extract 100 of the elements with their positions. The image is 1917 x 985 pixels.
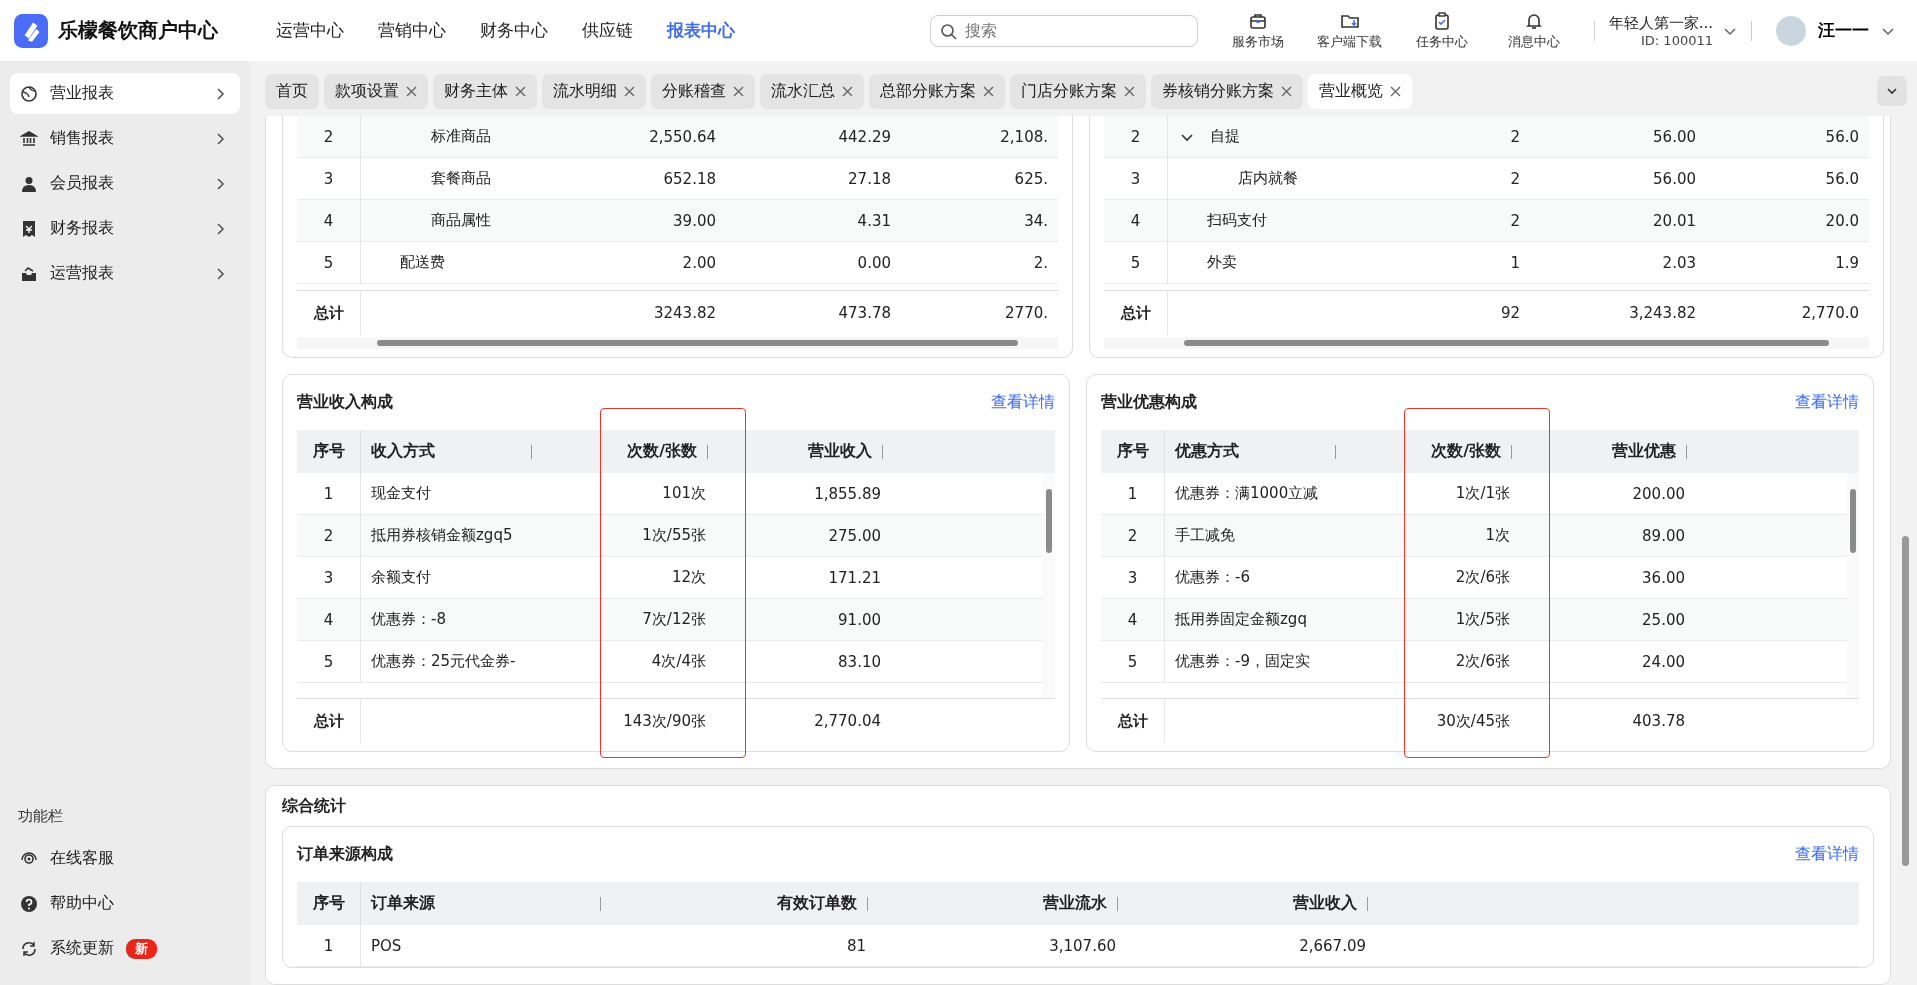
table-cell-text: 商品属性 bbox=[430, 210, 492, 231]
tab[interactable]: 营业概览 bbox=[1308, 73, 1412, 109]
column-header: 次数/张数 bbox=[1346, 430, 1520, 473]
table-cell: 4 bbox=[1101, 599, 1165, 640]
sidebar-item[interactable]: 会员报表 bbox=[10, 163, 240, 204]
table-cell-text: 56.00 bbox=[1652, 168, 1697, 190]
table-cell-text: 2次/6张 bbox=[1454, 567, 1511, 588]
section-label: 功能栏 bbox=[17, 807, 64, 827]
table-cell-text: 1次 bbox=[1484, 525, 1511, 546]
tab[interactable]: 分账稽查 bbox=[651, 73, 755, 109]
close-icon[interactable] bbox=[1390, 85, 1401, 97]
tab[interactable]: 流水明细 bbox=[542, 73, 646, 109]
toolbar-button[interactable]: 任务中心 bbox=[1395, 10, 1488, 51]
toolbar-button[interactable]: 消息中心 bbox=[1487, 10, 1580, 51]
user-menu[interactable]: 汪一一 bbox=[1766, 15, 1903, 46]
column-header: 序号 bbox=[1101, 430, 1165, 473]
table-cell-text: 优惠券：-6 bbox=[1174, 567, 1251, 588]
tabs-dropdown-button[interactable] bbox=[1877, 76, 1907, 106]
column-header: 营业收入 bbox=[716, 430, 891, 473]
column-header: 营业流水 bbox=[876, 882, 1126, 925]
table-cell-text: 91.00 bbox=[837, 609, 882, 631]
table-cell-text: 1 bbox=[1509, 252, 1521, 274]
table-cell-text: 余额支付 bbox=[370, 567, 432, 588]
table-cell: 自提 bbox=[1168, 116, 1368, 157]
account-switcher[interactable]: 年轻人第一家... ID: 100011 bbox=[1608, 13, 1737, 48]
tab[interactable]: 款项设置 bbox=[324, 73, 428, 109]
table-cell-text: 抵用券固定金额zgq bbox=[1174, 609, 1308, 630]
close-icon[interactable] bbox=[733, 85, 744, 97]
close-icon[interactable] bbox=[842, 85, 853, 97]
section-title: 综合统计 bbox=[282, 794, 347, 817]
table-cell-text: 12次 bbox=[670, 567, 707, 588]
toolbar-button[interactable]: 客户端下载 bbox=[1303, 10, 1396, 51]
toolbar-button[interactable]: 服务市场 bbox=[1211, 10, 1304, 51]
tab[interactable]: 财务主体 bbox=[433, 73, 537, 109]
details-link[interactable]: 查看详情 bbox=[1795, 392, 1859, 413]
table-cell-text: 2 bbox=[1509, 210, 1521, 232]
table-cell: 1 bbox=[1101, 473, 1165, 514]
table-cell-text: 25.00 bbox=[1641, 609, 1686, 631]
bank-icon bbox=[20, 129, 38, 148]
table-cell-text: 外卖 bbox=[1206, 252, 1238, 273]
tab[interactable]: 首页 bbox=[265, 73, 319, 109]
chevron-right-icon bbox=[214, 131, 226, 146]
horizontal-scrollbar[interactable] bbox=[297, 337, 1058, 349]
table-cell: 2 bbox=[297, 116, 361, 157]
globe-icon bbox=[20, 84, 38, 103]
table-cell-text: 现金支付 bbox=[370, 483, 432, 504]
table-cell-text: 101次 bbox=[661, 483, 707, 504]
inbox-icon bbox=[20, 264, 38, 283]
search-field[interactable]: 搜索 bbox=[929, 14, 1198, 47]
sidebar-item[interactable]: 在线客服 bbox=[10, 836, 240, 881]
tab[interactable]: 券核销分账方案 bbox=[1151, 73, 1303, 109]
tab[interactable]: 总部分账方案 bbox=[869, 73, 1005, 109]
close-icon[interactable] bbox=[624, 85, 635, 97]
nav-item[interactable]: 财务中心 bbox=[480, 19, 548, 42]
table-cell: 3 bbox=[297, 557, 361, 598]
sidebar-item[interactable]: 运营报表 bbox=[10, 253, 240, 294]
horizontal-scrollbar[interactable] bbox=[1104, 337, 1869, 349]
tab[interactable]: 流水汇总 bbox=[760, 73, 864, 109]
help-icon bbox=[20, 894, 38, 913]
tab[interactable]: 门店分账方案 bbox=[1010, 73, 1146, 109]
table-cell: 2 bbox=[1101, 515, 1165, 556]
sidebar-item[interactable]: 财务报表 bbox=[10, 208, 240, 249]
close-icon[interactable] bbox=[1124, 85, 1135, 97]
table-cell: 总计 bbox=[1104, 291, 1168, 335]
column-header: 序号 bbox=[297, 430, 361, 473]
vertical-scrollbar[interactable] bbox=[1043, 473, 1055, 698]
table-cell-text: 625. bbox=[1013, 168, 1049, 190]
column-header: 收入方式 bbox=[361, 430, 542, 473]
table-cell-text: 56.0 bbox=[1824, 168, 1860, 190]
chevron-right-icon bbox=[214, 176, 226, 191]
nav-item[interactable]: 报表中心 bbox=[667, 19, 735, 42]
close-icon[interactable] bbox=[1281, 85, 1292, 97]
vertical-scrollbar[interactable] bbox=[1847, 473, 1859, 698]
table-cell-text: 3,107.60 bbox=[1048, 935, 1117, 957]
table-cell-text: 2,770.0 bbox=[1800, 303, 1860, 324]
table-cell-text: 24.00 bbox=[1641, 651, 1686, 673]
close-icon[interactable] bbox=[983, 85, 994, 97]
table-cell: 2 bbox=[297, 515, 361, 556]
chevron-right-icon bbox=[214, 221, 226, 236]
table-cell-text: 2,770.04 bbox=[813, 711, 882, 732]
column-header: 营业收入 bbox=[1126, 882, 1376, 925]
table-cell-text: 83.10 bbox=[837, 651, 882, 673]
table-cell-text: 优惠券：-8 bbox=[370, 609, 447, 630]
close-icon[interactable] bbox=[515, 85, 526, 97]
column-header: 优惠方式 bbox=[1165, 430, 1346, 473]
close-icon[interactable] bbox=[406, 85, 417, 97]
table-cell: 总计 bbox=[297, 699, 361, 743]
table-cell-text: 2 bbox=[1509, 168, 1521, 190]
table-cell-text: 1.9 bbox=[1834, 252, 1860, 274]
sidebar-item[interactable]: 系统更新 新 bbox=[10, 926, 240, 971]
table-cell-text: 优惠券：满1000立减 bbox=[1174, 483, 1320, 504]
sidebar-item[interactable]: 销售报表 bbox=[10, 118, 240, 159]
sidebar-item[interactable]: 营业报表 bbox=[10, 73, 240, 114]
nav-item[interactable]: 营销中心 bbox=[378, 19, 446, 42]
details-link[interactable]: 查看详情 bbox=[1795, 844, 1859, 865]
details-link[interactable]: 查看详情 bbox=[991, 392, 1055, 413]
table-cell: 5 bbox=[297, 242, 361, 283]
nav-item[interactable]: 运营中心 bbox=[276, 19, 344, 42]
sidebar-item[interactable]: 帮助中心 bbox=[10, 881, 240, 926]
nav-item[interactable]: 供应链 bbox=[582, 19, 633, 42]
